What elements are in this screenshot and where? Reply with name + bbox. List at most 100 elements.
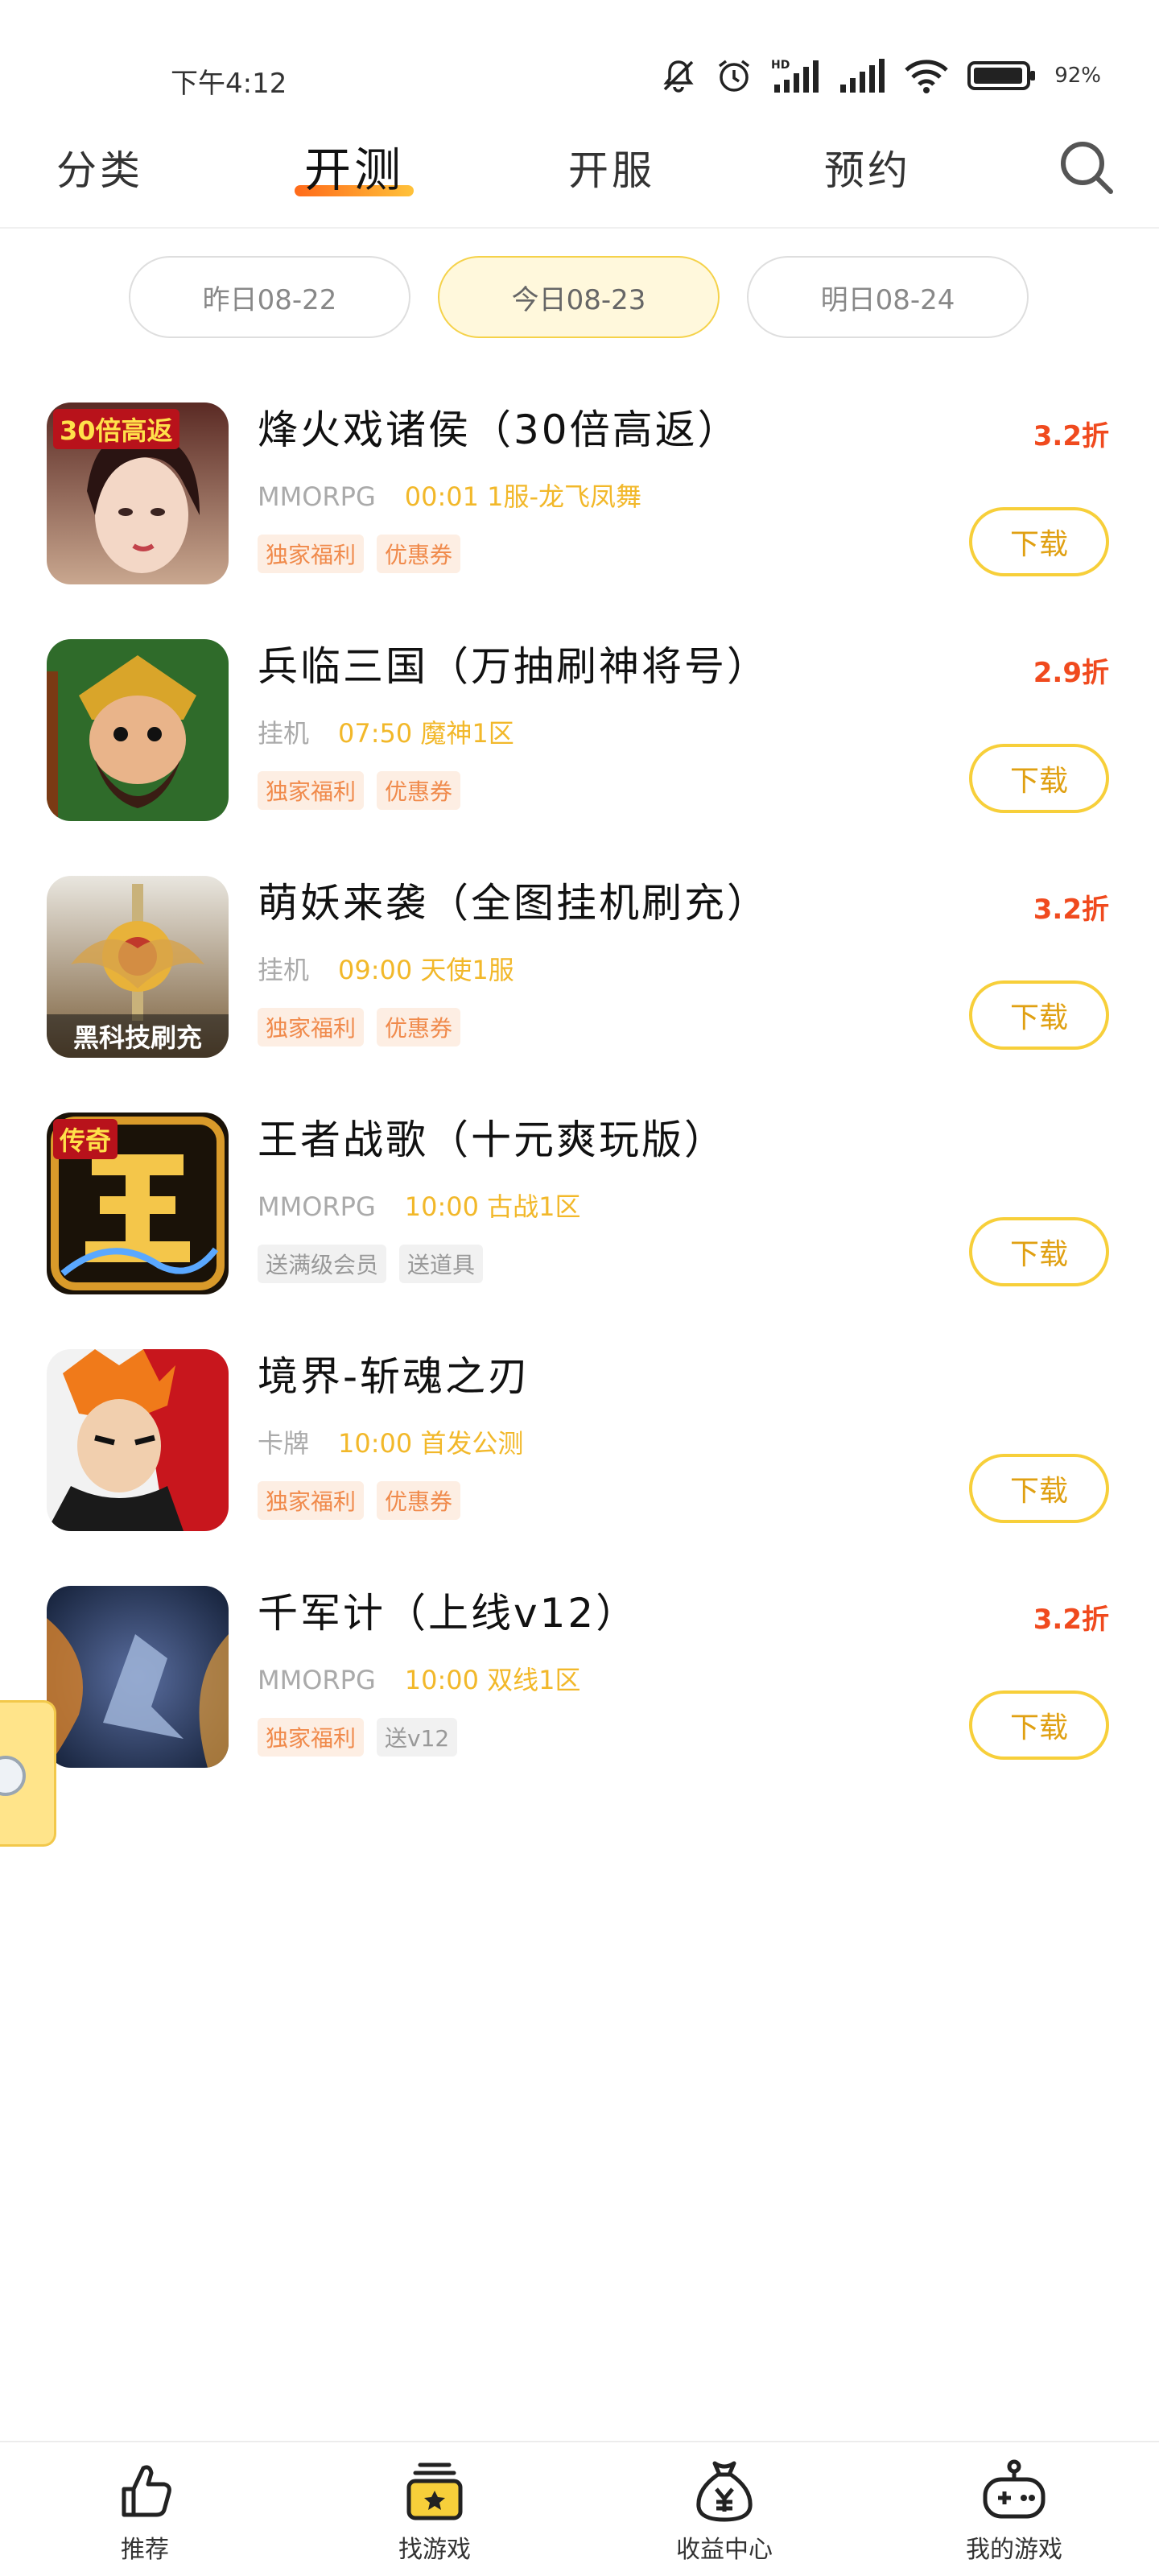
tag-exclusive-benefit: 独家福利 bbox=[258, 1481, 365, 1520]
tag-coupon: 优惠券 bbox=[377, 1008, 461, 1046]
hd-signal-icon: HD bbox=[771, 59, 819, 93]
list-item[interactable]: 黑科技刷充 萌妖来袭（全图挂机刷充） 挂机 09:00 天使1服 独家福利 优惠券… bbox=[0, 871, 1159, 1061]
bottom-tab-label: 收益中心 bbox=[676, 2536, 773, 2564]
game-art-qianjun bbox=[47, 1586, 229, 1768]
bottom-tab-find-game[interactable]: 找游戏 bbox=[346, 2457, 523, 2565]
bottom-tab-label: 找游戏 bbox=[398, 2536, 471, 2564]
bottom-tab-earnings[interactable]: 收益中心 bbox=[636, 2457, 813, 2565]
tag-coupon: 优惠券 bbox=[377, 1481, 461, 1520]
game-title[interactable]: 萌妖来袭（全图挂机刷充） bbox=[258, 871, 769, 929]
status-time: 下午4:12 bbox=[171, 68, 287, 100]
game-genre: 挂机 bbox=[258, 718, 310, 749]
download-button[interactable]: 下载 bbox=[969, 1217, 1109, 1286]
list-item[interactable]: 千军计（上线v12） MMORPG 10:00 双线1区 独家福利 送v12 3.… bbox=[0, 1581, 1159, 1771]
tab-open-test[interactable]: 开测 bbox=[304, 132, 404, 200]
tab-open-server[interactable]: 开服 bbox=[568, 138, 655, 196]
download-button[interactable]: 下载 bbox=[969, 1690, 1109, 1760]
list-item[interactable]: 兵临三国（万抽刷神将号） 挂机 07:50 魔神1区 独家福利 优惠券 2.9折 … bbox=[0, 634, 1159, 824]
game-meta: MMORPG 10:00 古战1区 bbox=[258, 1187, 581, 1224]
thumbs-up-icon bbox=[122, 2465, 171, 2517]
game-meta: 卡牌 10:00 首发公测 bbox=[258, 1423, 523, 1460]
open-time: 00:01 1服-龙飞凤舞 bbox=[404, 481, 642, 512]
tag-vip: 送满级会员 bbox=[258, 1245, 387, 1283]
tag-list: 独家福利 送v12 bbox=[258, 1718, 458, 1757]
tag-exclusive-benefit: 独家福利 bbox=[258, 535, 365, 573]
date-tab-tomorrow[interactable]: 明日08-24 bbox=[747, 256, 1029, 338]
floating-assistant-tab[interactable] bbox=[0, 1700, 56, 1847]
discount-badge: 3.2折 bbox=[1033, 1604, 1109, 1636]
money-bag-icon bbox=[696, 2461, 753, 2522]
game-icon[interactable] bbox=[47, 1349, 229, 1531]
game-title[interactable]: 兵临三国（万抽刷神将号） bbox=[258, 634, 769, 692]
open-time: 10:00 首发公测 bbox=[338, 1428, 524, 1459]
tag-vip: 送v12 bbox=[377, 1718, 458, 1757]
discount-badge: 2.9折 bbox=[1033, 657, 1109, 689]
list-item[interactable]: 30倍高返 烽火戏诸侯（30倍高返） MMORPG 00:01 1服-龙飞凤舞 独… bbox=[0, 398, 1159, 588]
game-box-icon bbox=[406, 2462, 463, 2520]
game-title[interactable]: 王者战歌（十元爽玩版） bbox=[258, 1108, 727, 1166]
icon-badge: 传奇 bbox=[53, 1119, 118, 1159]
download-button[interactable]: 下载 bbox=[969, 1454, 1109, 1523]
game-genre: MMORPG bbox=[258, 1665, 376, 1695]
game-icon[interactable] bbox=[47, 639, 229, 821]
game-meta: MMORPG 10:00 双线1区 bbox=[258, 1660, 581, 1697]
game-art-jingjie bbox=[47, 1349, 229, 1531]
icon-bottom-banner: 黑科技刷充 bbox=[47, 1014, 229, 1058]
date-tabs: 昨日08-22 今日08-23 明日08-24 bbox=[0, 256, 1159, 340]
status-icons: HD 92% bbox=[660, 56, 1101, 95]
assistant-icon bbox=[0, 1756, 26, 1796]
game-meta: 挂机 07:50 魔神1区 bbox=[258, 713, 514, 750]
game-art-binglin bbox=[47, 639, 229, 821]
tag-list: 独家福利 优惠券 bbox=[258, 1481, 461, 1520]
tag-exclusive-benefit: 独家福利 bbox=[258, 1008, 365, 1046]
bottom-nav: 推荐 找游戏 收益中心 我的游戏 bbox=[0, 2441, 1159, 2576]
game-title[interactable]: 境界-斩魂之刃 bbox=[258, 1344, 530, 1402]
game-title[interactable]: 千军计（上线v12） bbox=[258, 1581, 638, 1639]
discount-badge: 3.2折 bbox=[1033, 420, 1109, 452]
game-icon[interactable]: 30倍高返 bbox=[47, 402, 229, 584]
signal-icon bbox=[840, 59, 885, 93]
game-title[interactable]: 烽火戏诸侯（30倍高返） bbox=[258, 398, 740, 456]
game-icon[interactable] bbox=[47, 1586, 229, 1768]
alarm-icon bbox=[719, 60, 750, 92]
wifi-icon bbox=[905, 60, 948, 93]
game-icon[interactable]: 传奇 bbox=[47, 1113, 229, 1294]
open-time: 07:50 魔神1区 bbox=[338, 718, 514, 749]
bottom-tab-label: 推荐 bbox=[121, 2536, 169, 2564]
date-tab-yesterday[interactable]: 昨日08-22 bbox=[129, 256, 410, 338]
svg-text:HD: HD bbox=[771, 59, 790, 72]
tag-coupon: 优惠券 bbox=[377, 771, 461, 810]
discount-badge: 3.2折 bbox=[1033, 894, 1109, 926]
game-genre: MMORPG bbox=[258, 481, 376, 512]
bottom-tab-my-games[interactable]: 我的游戏 bbox=[926, 2457, 1103, 2565]
tag-items: 送道具 bbox=[399, 1245, 484, 1283]
list-item[interactable]: 境界-斩魂之刃 卡牌 10:00 首发公测 独家福利 优惠券 下载 bbox=[0, 1344, 1159, 1534]
tag-list: 独家福利 优惠券 bbox=[258, 1008, 461, 1046]
open-time: 09:00 天使1服 bbox=[338, 955, 514, 985]
game-meta: MMORPG 00:01 1服-龙飞凤舞 bbox=[258, 477, 641, 514]
search-icon[interactable] bbox=[1056, 137, 1117, 198]
status-bar: 下午4:12 HD 92% bbox=[0, 0, 1159, 121]
mute-bell-icon bbox=[663, 60, 694, 93]
tag-list: 送满级会员 送道具 bbox=[258, 1245, 484, 1283]
game-genre: 挂机 bbox=[258, 955, 310, 985]
top-nav: 分类 开测 开服 预约 bbox=[0, 129, 1159, 229]
list-item[interactable]: 传奇 王者战歌（十元爽玩版） MMORPG 10:00 古战1区 送满级会员 送道… bbox=[0, 1108, 1159, 1298]
tab-reservation[interactable]: 预约 bbox=[824, 138, 911, 196]
tag-exclusive-benefit: 独家福利 bbox=[258, 771, 365, 810]
tag-coupon: 优惠券 bbox=[377, 535, 461, 573]
game-genre: MMORPG bbox=[258, 1191, 376, 1222]
icon-badge: 30倍高返 bbox=[53, 409, 179, 449]
bottom-tab-recommend[interactable]: 推荐 bbox=[56, 2457, 233, 2565]
open-time: 10:00 古战1区 bbox=[404, 1191, 581, 1222]
download-button[interactable]: 下载 bbox=[969, 980, 1109, 1050]
game-genre: 卡牌 bbox=[258, 1428, 310, 1459]
tab-category[interactable]: 分类 bbox=[56, 138, 143, 196]
date-tab-today[interactable]: 今日08-23 bbox=[438, 256, 720, 338]
bottom-tab-label: 我的游戏 bbox=[966, 2536, 1062, 2564]
open-time: 10:00 双线1区 bbox=[404, 1665, 581, 1695]
download-button[interactable]: 下载 bbox=[969, 507, 1109, 576]
game-icon[interactable]: 黑科技刷充 bbox=[47, 876, 229, 1058]
download-button[interactable]: 下载 bbox=[969, 744, 1109, 813]
gamepad-icon bbox=[983, 2459, 1046, 2519]
